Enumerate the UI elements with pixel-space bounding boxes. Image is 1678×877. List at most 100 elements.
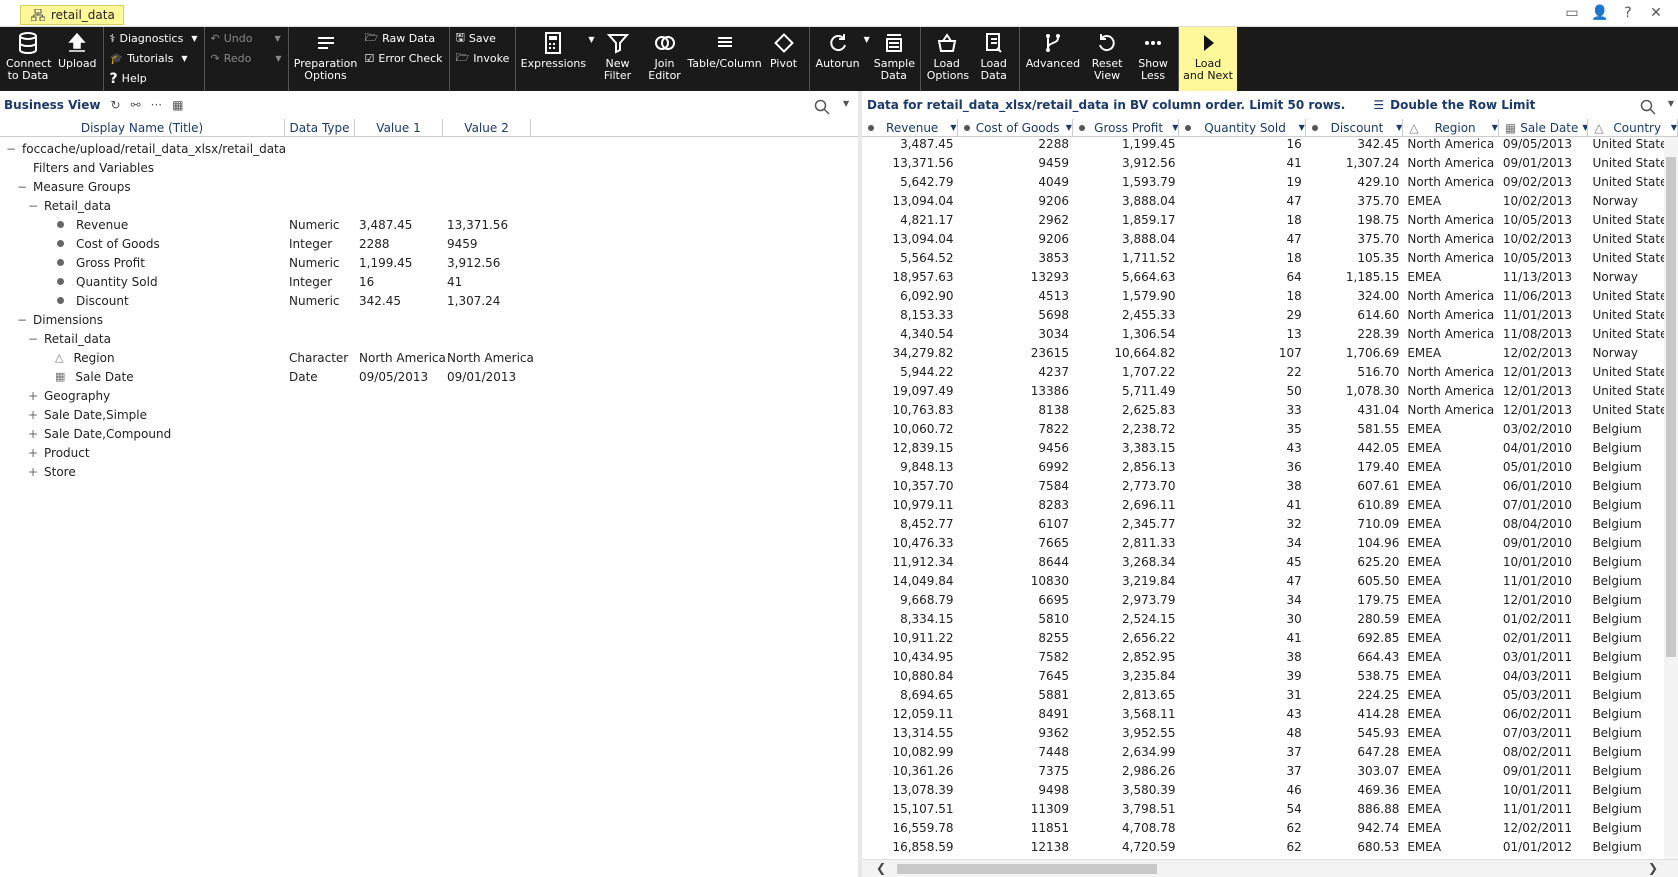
- connect-to-data-button[interactable]: Connect to Data: [2, 27, 54, 91]
- table-row[interactable]: 10,763.83 8138 2,625.83 33 431.04 North Ameri…: [862, 403, 1678, 422]
- table-row[interactable]: 8,452.77 6107 2,345.77 32 710.09 EMEA 08/04/20…: [862, 517, 1678, 536]
- save-button[interactable]: 🖫 Save: [456, 30, 510, 47]
- table-row[interactable]: 13,078.39 9498 3,580.39 46 469.36 EMEA 10/01/2…: [862, 783, 1678, 802]
- table-row[interactable]: 8,694.65 5881 2,813.65 31 224.25 EMEA 05/03/20…: [862, 688, 1678, 707]
- col-data-type[interactable]: Data Type: [285, 119, 355, 136]
- scroll-right-icon[interactable]: ❯: [1648, 861, 1658, 875]
- invoke-button[interactable]: 🗁 Invoke: [456, 50, 510, 67]
- tutorials-button[interactable]: 🎓 Tutorials ▼: [110, 50, 198, 67]
- tree-row[interactable]: Filters and Variables: [0, 158, 858, 177]
- scroll-thumb[interactable]: [1666, 157, 1676, 657]
- table-row[interactable]: 11,912.34 8644 3,268.34 45 625.20 EMEA 10/01/2…: [862, 555, 1678, 574]
- help-button[interactable]: ? Help: [110, 70, 198, 87]
- expand-icon[interactable]: +: [28, 446, 38, 460]
- tree-row[interactable]: Quantity Sold Integer 16 41: [0, 272, 858, 291]
- tab-retail-data[interactable]: retail_data: [20, 5, 124, 25]
- chevron-down-icon[interactable]: ▼: [181, 54, 187, 63]
- table-row[interactable]: 19,097.49 13386 5,711.49 50 1,078.30 North Am…: [862, 384, 1678, 403]
- grid-col-header[interactable]: ▦ Sale Date ▼: [1499, 119, 1589, 136]
- grid-col-header[interactable]: Gross Profit ▼: [1073, 119, 1180, 136]
- table-row[interactable]: 6,092.90 4513 1,579.90 18 324.00 North Americ…: [862, 289, 1678, 308]
- expand-icon[interactable]: +: [28, 427, 38, 441]
- collapse-icon[interactable]: −: [6, 142, 16, 156]
- tree-row[interactable]: − Measure Groups: [0, 177, 858, 196]
- table-row[interactable]: 13,371.56 9459 3,912.56 41 1,307.24 North Ame…: [862, 156, 1678, 175]
- chevron-down-icon[interactable]: ▼: [1172, 119, 1178, 136]
- close-icon[interactable]: ✕: [1648, 5, 1664, 21]
- tree-row[interactable]: Discount Numeric 342.45 1,307.24: [0, 291, 858, 310]
- tree-row[interactable]: + Sale Date,Compound: [0, 424, 858, 443]
- refresh-icon[interactable]: ↻: [111, 98, 121, 112]
- new-filter-button[interactable]: New Filter: [595, 27, 641, 91]
- tree-row[interactable]: ▦ Sale Date Date 09/05/2013 09/01/2013: [0, 367, 858, 386]
- expand-icon[interactable]: +: [28, 408, 38, 422]
- table-row[interactable]: 5,944.22 4237 1,707.22 22 516.70 North Americ…: [862, 365, 1678, 384]
- user-icon[interactable]: 👤: [1591, 5, 1608, 21]
- expand-icon[interactable]: +: [28, 465, 38, 479]
- scroll-thumb[interactable]: [897, 864, 1157, 874]
- collapse-icon[interactable]: −: [17, 313, 27, 327]
- table-row[interactable]: 4,821.17 2962 1,859.17 18 198.75 North Americ…: [862, 213, 1678, 232]
- chevron-down-icon[interactable]: ▼: [1299, 119, 1305, 136]
- autorun-button[interactable]: Autorun: [812, 27, 864, 91]
- redo-button[interactable]: ↷ Redo ▼: [211, 50, 282, 67]
- tree-row[interactable]: − Retail_data: [0, 329, 858, 348]
- table-row[interactable]: 14,049.84 10830 3,219.84 47 605.50 EMEA 11/01/…: [862, 574, 1678, 593]
- chevron-down-icon[interactable]: ▼: [1492, 119, 1498, 136]
- raw-data-button[interactable]: 🗁 Raw Data: [365, 30, 443, 47]
- chevron-down-icon[interactable]: ▼: [1066, 119, 1072, 136]
- chevron-down-icon[interactable]: ▼: [1396, 119, 1402, 136]
- table-row[interactable]: 12,059.11 8491 3,568.11 43 414.28 EMEA 06/02/2…: [862, 707, 1678, 726]
- table-row[interactable]: 10,060.72 7822 2,238.72 35 581.55 EMEA 03/02/2…: [862, 422, 1678, 441]
- chevron-down-icon[interactable]: ▼: [274, 34, 280, 43]
- table-row[interactable]: 10,361.26 7375 2,986.26 37 303.07 EMEA 09/01/2…: [862, 764, 1678, 783]
- table-row[interactable]: 9,848.13 6992 2,856.13 36 179.40 EMEA 05/01/20…: [862, 460, 1678, 479]
- table-row[interactable]: 16,559.78 11851 4,708.78 62 942.74 EMEA 12/02/…: [862, 821, 1678, 840]
- link-icon[interactable]: ⚯: [131, 98, 141, 112]
- horizontal-scrollbar[interactable]: ❮ ❯: [862, 859, 1678, 877]
- chevron-down-icon[interactable]: ▼: [950, 119, 956, 136]
- table-row[interactable]: 13,314.55 9362 3,952.55 48 545.93 EMEA 07/03/2…: [862, 726, 1678, 745]
- col-value-1[interactable]: Value 1: [355, 119, 443, 136]
- table-row[interactable]: 18,957.63 13293 5,664.63 64 1,185.15 EMEA 11/1…: [862, 270, 1678, 289]
- grid-col-header[interactable]: △ Country ▼: [1588, 119, 1678, 136]
- table-row[interactable]: 5,642.79 4049 1,593.79 19 429.10 North Americ…: [862, 175, 1678, 194]
- table-row[interactable]: 10,979.11 8283 2,696.11 41 610.89 EMEA 07/01/2…: [862, 498, 1678, 517]
- grid-col-header[interactable]: Revenue ▼: [862, 119, 958, 136]
- window-icon[interactable]: ▭: [1564, 5, 1580, 21]
- load-options-button[interactable]: Load Options: [923, 27, 971, 91]
- expressions-button[interactable]: Expressions: [518, 27, 588, 91]
- grid-icon[interactable]: ▦: [172, 98, 183, 112]
- vertical-scrollbar[interactable]: [1664, 137, 1678, 859]
- sample-data-button[interactable]: Sample Data: [870, 27, 918, 91]
- table-row[interactable]: 5,564.52 3853 1,711.52 18 105.35 North Americ…: [862, 251, 1678, 270]
- error-check-button[interactable]: ☑ Error Check: [365, 50, 443, 67]
- table-row[interactable]: 10,911.22 8255 2,656.22 41 692.85 EMEA 02/01/2…: [862, 631, 1678, 650]
- tree-row[interactable]: − foccache/upload/retail_data_xlsx/retail…: [0, 139, 858, 158]
- undo-button[interactable]: ↶ Undo ▼: [211, 30, 282, 47]
- help-icon[interactable]: ?: [1620, 5, 1636, 21]
- search-icon[interactable]: [1640, 99, 1656, 115]
- tree-row[interactable]: + Store: [0, 462, 858, 481]
- expand-icon[interactable]: +: [28, 389, 38, 403]
- tree-row[interactable]: Gross Profit Numeric 1,199.45 3,912.56: [0, 253, 858, 272]
- tree-row[interactable]: − Dimensions: [0, 310, 858, 329]
- tree-row[interactable]: + Sale Date,Simple: [0, 405, 858, 424]
- diagnostics-button[interactable]: ⚕ Diagnostics ▼: [110, 30, 198, 47]
- double-row-limit-button[interactable]: ☰ Double the Row Limit: [1373, 98, 1535, 112]
- collapse-icon[interactable]: −: [28, 199, 38, 213]
- advanced-button[interactable]: Advanced: [1022, 27, 1084, 91]
- tree-row[interactable]: − Retail_data: [0, 196, 858, 215]
- chevron-down-icon[interactable]: ▼: [1671, 119, 1677, 136]
- pivot-button[interactable]: Pivot: [761, 27, 807, 91]
- table-row[interactable]: 12,839.15 9456 3,383.15 43 442.05 EMEA 04/01/2…: [862, 441, 1678, 460]
- col-display-name[interactable]: Display Name (Title): [0, 119, 285, 136]
- table-row[interactable]: 10,880.84 7645 3,235.84 39 538.75 EMEA 04/03/2…: [862, 669, 1678, 688]
- table-row[interactable]: 13,094.04 9206 3,888.04 47 375.70 North Ameri…: [862, 232, 1678, 251]
- scroll-left-icon[interactable]: ❮: [876, 861, 886, 875]
- table-row[interactable]: 3,487.45 2288 1,199.45 16 342.45 North Americ…: [862, 137, 1678, 156]
- chevron-down-icon[interactable]: ▼: [275, 54, 281, 63]
- load-data-button[interactable]: Load Data: [971, 27, 1017, 91]
- table-row[interactable]: 10,082.99 7448 2,634.99 37 647.28 EMEA 08/02/2…: [862, 745, 1678, 764]
- table-row[interactable]: 4,340.54 3034 1,306.54 13 228.39 North Americ…: [862, 327, 1678, 346]
